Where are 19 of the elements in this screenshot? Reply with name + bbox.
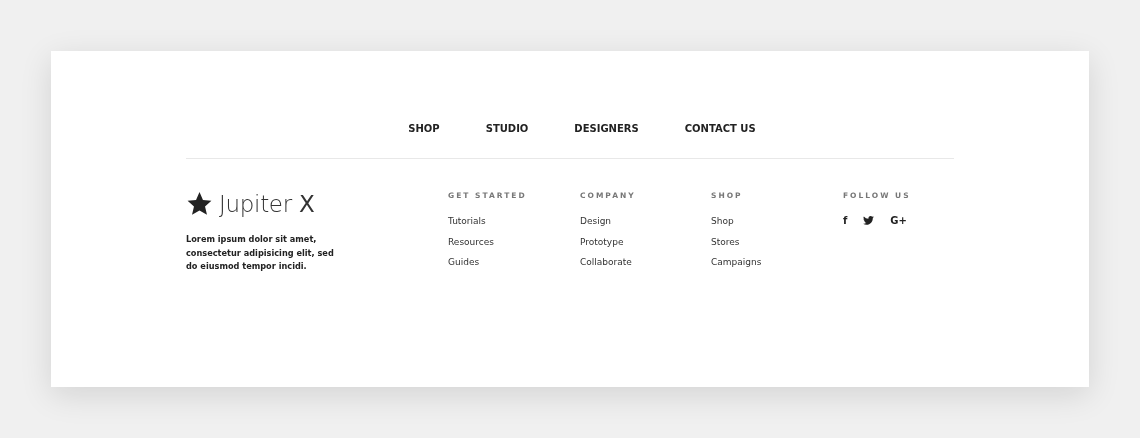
social-link[interactable]: G+ (890, 215, 907, 226)
social-link[interactable]: f (843, 215, 848, 226)
footer-link[interactable]: Resources (448, 231, 494, 252)
star-icon (186, 191, 213, 217)
bird-icon[interactable] (863, 216, 875, 225)
nav-link[interactable]: CONTACT US (684, 122, 756, 136)
footer-link[interactable]: Guides (448, 252, 480, 273)
footer-link[interactable]: Campaigns (711, 252, 762, 273)
footer-link[interactable]: Collaborate (580, 252, 632, 273)
nav-link[interactable]: DESIGNERS (574, 122, 639, 136)
footer-link[interactable]: Stores (711, 231, 740, 252)
brand-description: Lorem ipsum dolor sit amet, consectetur adipisicing elit, sed do eiusmod tempor incidi. (186, 233, 335, 273)
footer-link[interactable]: Tutorials (448, 211, 486, 232)
footer-link[interactable]: Prototype (580, 231, 624, 252)
nav-link[interactable]: STUDIO (485, 122, 529, 136)
logo-text[interactable]: Jupiter X (219, 191, 315, 217)
footer-link[interactable]: Shop (711, 211, 734, 232)
footer-link[interactable]: Design (580, 211, 612, 232)
nav-link[interactable]: SHOP (408, 122, 440, 136)
